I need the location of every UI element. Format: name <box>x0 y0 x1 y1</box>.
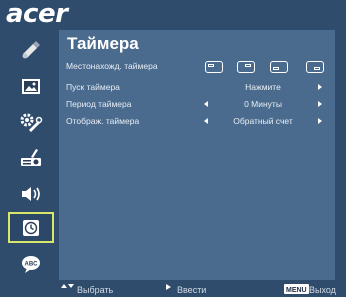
location-top-right-option[interactable] <box>237 61 255 73</box>
down-arrow-icon <box>68 284 74 288</box>
timer-location-label: Местонахожд. таймера <box>66 61 158 71</box>
svg-text:ABC: ABC <box>25 261 39 267</box>
enter-arrow-icon <box>166 284 171 290</box>
timer-start-value: Нажмите <box>245 82 281 92</box>
sidebar-item-management[interactable] <box>8 107 54 138</box>
sidebar: ABC <box>2 30 60 282</box>
sidebar-item-language[interactable]: ABC <box>8 248 54 279</box>
right-arrow-icon[interactable] <box>318 118 322 124</box>
timer-start-row[interactable]: Пуск таймера Нажмите <box>66 79 330 95</box>
language-icon: ABC <box>22 255 40 273</box>
timer-location-row[interactable]: Местонахожд. таймера <box>66 58 330 74</box>
sidebar-item-timer[interactable] <box>8 212 54 243</box>
timer-display-label: Отображ. таймера <box>66 116 140 126</box>
timer-display-row[interactable]: Отображ. таймера Обратный счет <box>66 113 330 129</box>
exit-hint: Выход <box>309 285 336 295</box>
color-settings-icon <box>22 40 40 58</box>
sidebar-item-audio[interactable] <box>8 178 54 209</box>
page-title: Таймера <box>67 34 139 53</box>
audio-icon <box>22 186 40 201</box>
footer-hints: Выбрать Ввести MENU Выход <box>0 284 346 297</box>
sidebar-item-color[interactable] <box>8 34 54 65</box>
select-hint: Выбрать <box>77 285 114 295</box>
timer-icon <box>23 219 39 236</box>
location-top-left-option[interactable] <box>205 61 223 73</box>
sidebar-item-projector[interactable] <box>8 142 54 173</box>
osd-frame: acer ABC Таймера Местонахожд. таймера Пу… <box>0 0 346 297</box>
timer-period-row[interactable]: Период таймера 0 Минуты <box>66 96 330 112</box>
timer-menu-panel: Таймера Местонахожд. таймера Пуск таймер… <box>59 30 335 280</box>
management-icon <box>20 113 43 132</box>
right-arrow-icon[interactable] <box>318 101 322 107</box>
projector-settings-icon <box>21 148 41 166</box>
sidebar-item-image[interactable] <box>8 71 54 102</box>
timer-period-value: 0 Минуты <box>244 99 282 109</box>
location-bottom-right-option[interactable] <box>306 61 324 73</box>
timer-start-label: Пуск таймера <box>66 82 120 92</box>
left-arrow-icon[interactable] <box>204 101 208 107</box>
location-bottom-left-option[interactable] <box>270 61 288 73</box>
up-arrow-icon <box>61 284 67 288</box>
image-settings-icon <box>22 78 40 94</box>
acer-logo: acer <box>6 0 68 29</box>
left-arrow-icon[interactable] <box>204 118 208 124</box>
timer-period-label: Период таймера <box>66 99 132 109</box>
timer-display-value: Обратный счет <box>233 116 293 126</box>
menu-key-icon: MENU <box>284 284 309 294</box>
enter-hint: Ввести <box>177 285 207 295</box>
right-arrow-icon[interactable] <box>318 84 322 90</box>
